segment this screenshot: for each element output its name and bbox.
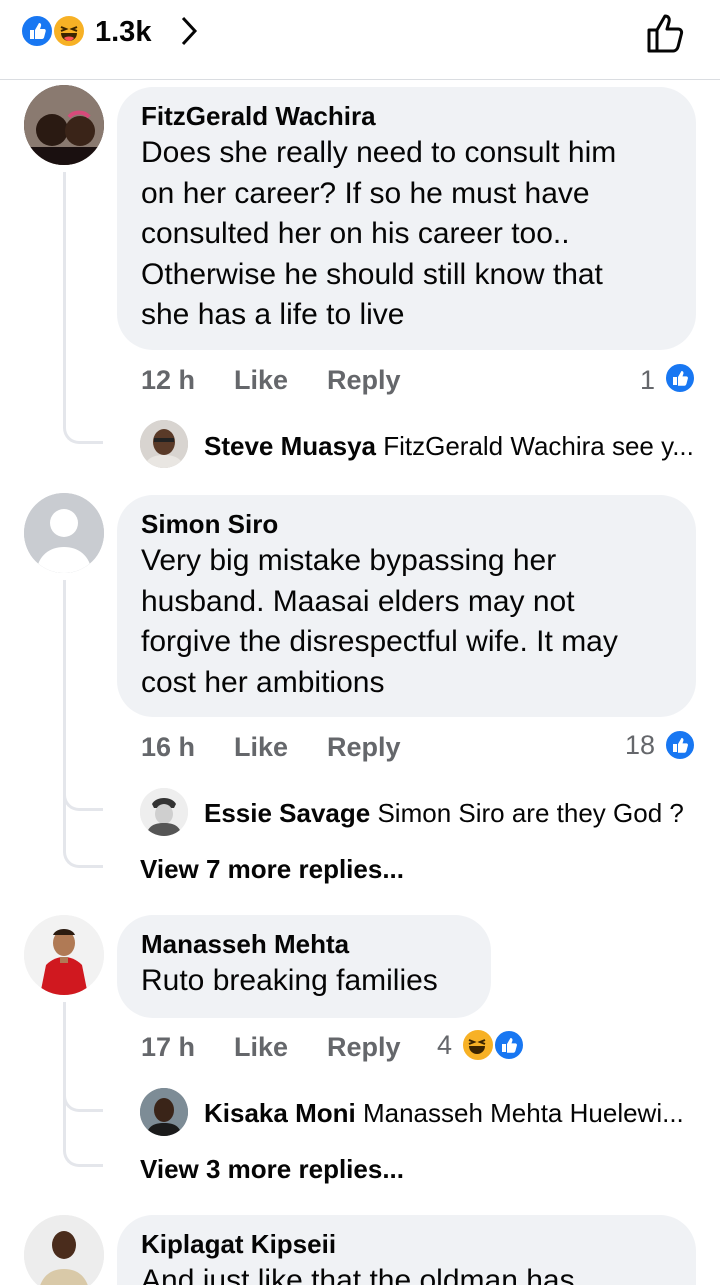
avatar[interactable] bbox=[24, 493, 104, 573]
reply-author[interactable]: Kisaka Moni bbox=[204, 1098, 356, 1128]
reaction-count[interactable]: 4 bbox=[437, 1029, 452, 1061]
thread-line bbox=[63, 1002, 103, 1167]
reaction-count[interactable]: 1 bbox=[640, 364, 655, 396]
like-reaction-icon bbox=[664, 729, 696, 761]
reply-preview[interactable]: Kisaka Moni Manasseh Mehta Huelewi... bbox=[204, 1097, 684, 1129]
reactions-header: 1.3k bbox=[0, 0, 720, 80]
comment-bubble[interactable]: FitzGerald Wachira Does she really need … bbox=[117, 87, 696, 350]
reply-author[interactable]: Essie Savage bbox=[204, 798, 370, 828]
comment-time: 12 h bbox=[141, 365, 196, 395]
reply-preview[interactable]: Essie Savage Simon Siro are they God ? bbox=[204, 797, 684, 829]
comment-text: And just like that the oldman has bbox=[141, 1264, 575, 1285]
comment-time: 17 h bbox=[141, 1032, 196, 1062]
comment-author[interactable]: Simon Siro bbox=[141, 509, 672, 540]
like-action[interactable]: Like bbox=[234, 731, 288, 763]
reply-text: Manasseh Mehta Huelewi... bbox=[362, 1098, 684, 1128]
comment-bubble[interactable]: Kiplagat Kipseii And just like that the … bbox=[117, 1215, 696, 1285]
like-reaction-icon[interactable] bbox=[20, 14, 54, 48]
comment-time: 16 h bbox=[141, 732, 196, 762]
avatar[interactable] bbox=[24, 85, 104, 165]
avatar[interactable] bbox=[140, 420, 188, 468]
reaction-count[interactable]: 1.3k bbox=[95, 15, 151, 49]
comment-text: Ruto breaking families bbox=[141, 964, 438, 997]
avatar[interactable] bbox=[24, 915, 104, 995]
like-reaction-icon bbox=[493, 1029, 525, 1061]
reply-action[interactable]: Reply bbox=[327, 731, 401, 763]
thread-line bbox=[63, 580, 103, 868]
avatar[interactable] bbox=[140, 1088, 188, 1136]
comment-text: Very big mistake bypassing her husband. … bbox=[141, 544, 618, 699]
like-button-icon[interactable] bbox=[644, 10, 690, 56]
comment-text: Does she really need to consult him on h… bbox=[141, 136, 617, 331]
chevron-right-icon[interactable] bbox=[178, 14, 200, 48]
thread-line bbox=[63, 172, 103, 444]
like-reaction-icon bbox=[664, 362, 696, 394]
comment-author[interactable]: Kiplagat Kipseii bbox=[141, 1229, 672, 1260]
comment-author[interactable]: Manasseh Mehta bbox=[141, 929, 467, 960]
reply-text: FitzGerald Wachira see y... bbox=[383, 431, 694, 461]
comment-bubble[interactable]: Manasseh Mehta Ruto breaking families bbox=[117, 915, 491, 1018]
avatar[interactable] bbox=[140, 788, 188, 836]
comment-bubble[interactable]: Simon Siro Very big mistake bypassing he… bbox=[117, 495, 696, 717]
view-more-replies[interactable]: View 7 more replies... bbox=[140, 853, 404, 885]
haha-reaction-icon bbox=[461, 1028, 495, 1062]
haha-reaction-icon[interactable] bbox=[52, 14, 86, 48]
reaction-count[interactable]: 18 bbox=[625, 729, 655, 761]
reply-action[interactable]: Reply bbox=[327, 1031, 401, 1063]
view-more-replies[interactable]: View 3 more replies... bbox=[140, 1153, 404, 1185]
reply-action[interactable]: Reply bbox=[327, 364, 401, 396]
reply-text: Simon Siro are they God ? bbox=[377, 798, 684, 828]
reply-preview[interactable]: Steve Muasya FitzGerald Wachira see y... bbox=[204, 430, 694, 462]
avatar[interactable] bbox=[24, 1215, 104, 1285]
comment-author[interactable]: FitzGerald Wachira bbox=[141, 101, 672, 132]
like-action[interactable]: Like bbox=[234, 364, 288, 396]
reply-author[interactable]: Steve Muasya bbox=[204, 431, 376, 461]
like-action[interactable]: Like bbox=[234, 1031, 288, 1063]
